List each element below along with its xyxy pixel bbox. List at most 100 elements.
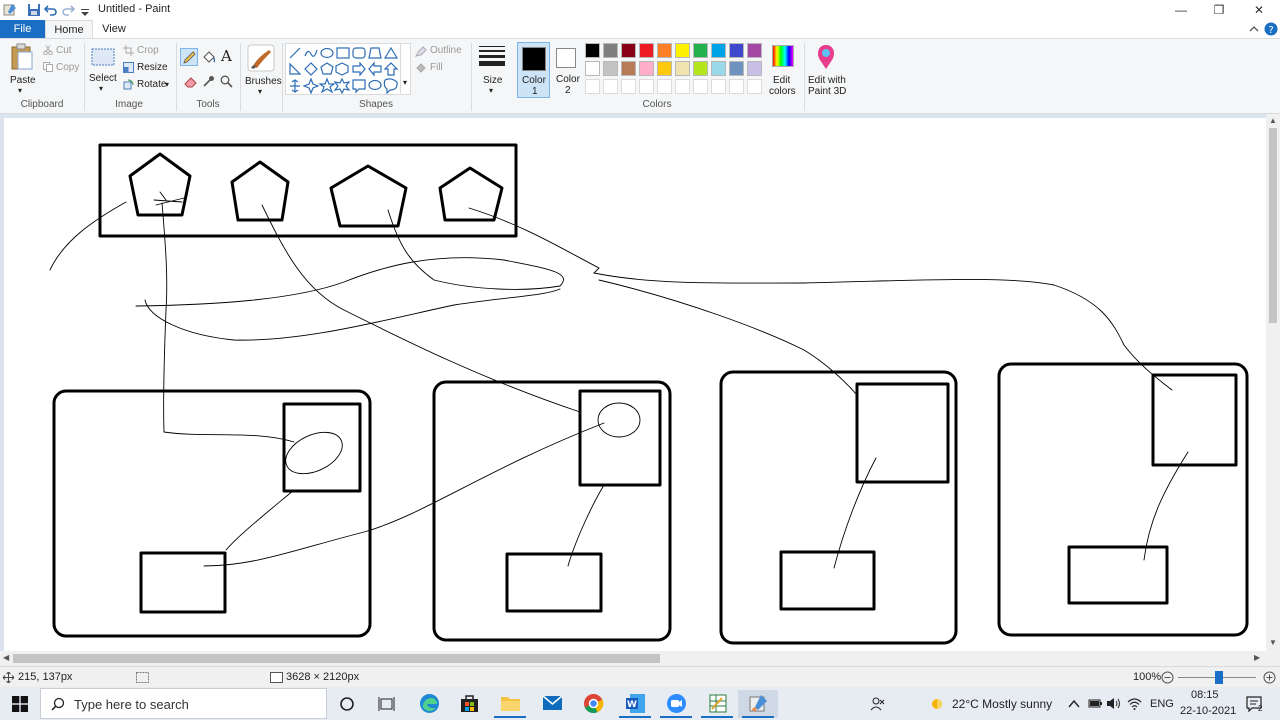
vertical-scroll-thumb[interactable] xyxy=(1269,128,1277,323)
custom-color-slot[interactable] xyxy=(621,79,636,94)
palette-swatch[interactable] xyxy=(639,43,654,58)
copy-button[interactable]: Copy xyxy=(56,62,79,73)
palette-swatch[interactable] xyxy=(747,61,762,76)
palette-swatch[interactable] xyxy=(675,61,690,76)
cut-button[interactable]: Cut xyxy=(56,45,72,56)
clock-time[interactable]: 08:15 xyxy=(1191,689,1219,701)
horizontal-scrollbar[interactable]: ◀ ▶ xyxy=(0,651,1266,666)
color2-button[interactable]: Color 2 xyxy=(551,42,584,98)
horizontal-scroll-thumb[interactable] xyxy=(13,654,660,663)
palette-swatch[interactable] xyxy=(693,43,708,58)
custom-color-slot[interactable] xyxy=(657,79,672,94)
custom-color-slot[interactable] xyxy=(675,79,690,94)
text-tool[interactable]: A xyxy=(221,47,232,65)
palette-swatch[interactable] xyxy=(711,43,726,58)
custom-color-slot[interactable] xyxy=(693,79,708,94)
scroll-up-icon[interactable]: ▲ xyxy=(1269,116,1277,125)
help-icon[interactable]: ? xyxy=(1264,22,1278,36)
taskbar-search[interactable]: Type here to search xyxy=(40,688,327,719)
save-icon[interactable] xyxy=(27,3,41,17)
custom-color-slot[interactable] xyxy=(639,79,654,94)
collapse-ribbon-icon[interactable] xyxy=(1249,24,1259,34)
magnifier-icon[interactable] xyxy=(220,75,233,88)
custom-color-slot[interactable] xyxy=(747,79,762,94)
outline-button[interactable]: Outline xyxy=(430,45,462,56)
eraser-icon[interactable] xyxy=(184,75,197,88)
close-button[interactable]: ✕ xyxy=(1239,0,1279,20)
paste-button[interactable]: Paste ▾ xyxy=(6,41,38,103)
scroll-left-icon[interactable]: ◀ xyxy=(3,653,9,662)
pencil-tool[interactable] xyxy=(180,48,198,66)
cortana-icon[interactable] xyxy=(339,696,355,712)
palette-swatch[interactable] xyxy=(639,61,654,76)
windows-start-icon[interactable] xyxy=(12,696,28,712)
shapes-gallery[interactable] xyxy=(285,43,411,95)
taskbar-word[interactable]: W xyxy=(615,690,655,718)
custom-color-slot[interactable] xyxy=(585,79,600,94)
crop-button[interactable]: Crop xyxy=(137,45,159,56)
maximize-button[interactable]: ❐ xyxy=(1199,0,1239,20)
color1-button[interactable]: Color 1 xyxy=(517,42,550,98)
edit-colors-button[interactable]: Edit colors xyxy=(766,42,800,100)
fill-bucket-icon[interactable] xyxy=(202,51,215,64)
taskbar-chrome[interactable] xyxy=(573,690,613,718)
palette-swatch[interactable] xyxy=(693,61,708,76)
palette-swatch[interactable] xyxy=(657,61,672,76)
tab-home[interactable]: Home xyxy=(45,20,93,38)
taskbar-paint[interactable] xyxy=(738,690,778,718)
input-language[interactable]: ENG xyxy=(1150,698,1174,710)
taskbar-edge[interactable] xyxy=(409,690,449,718)
volume-icon[interactable] xyxy=(1106,697,1121,710)
palette-swatch[interactable] xyxy=(729,61,744,76)
scroll-down-icon[interactable]: ▼ xyxy=(1269,638,1277,647)
size-button[interactable]: Size ▾ xyxy=(475,42,509,100)
custom-color-slot[interactable] xyxy=(729,79,744,94)
minimize-button[interactable]: — xyxy=(1161,0,1201,20)
palette-swatch[interactable] xyxy=(711,61,726,76)
taskbar-excel[interactable] xyxy=(697,690,737,718)
taskbar-zoom[interactable] xyxy=(656,690,696,718)
task-view-icon[interactable] xyxy=(378,696,395,712)
taskbar-store[interactable] xyxy=(449,690,489,718)
clock-date[interactable]: 22-10-2021 xyxy=(1180,705,1236,717)
palette-swatch[interactable] xyxy=(747,43,762,58)
custom-color-slot[interactable] xyxy=(603,79,618,94)
edit-with-paint3d-button[interactable]: Edit with Paint 3D xyxy=(806,42,846,100)
palette-swatch[interactable] xyxy=(729,43,744,58)
weather-text[interactable]: 22°C Mostly sunny xyxy=(952,697,1052,711)
people-icon[interactable] xyxy=(870,696,886,712)
select-button[interactable]: Select ▾ xyxy=(88,43,118,101)
shapes-scroll[interactable]: ▾ xyxy=(400,44,410,94)
drawing-canvas[interactable] xyxy=(4,118,1268,651)
palette-swatch[interactable] xyxy=(675,43,690,58)
resize-button[interactable]: Resize xyxy=(137,62,168,73)
rotate-button[interactable]: Rotate xyxy=(137,79,166,90)
palette-swatch[interactable] xyxy=(585,61,600,76)
undo-icon[interactable] xyxy=(44,3,58,17)
tab-view[interactable]: View xyxy=(93,20,135,38)
vertical-scrollbar[interactable]: ▲ ▼ xyxy=(1266,114,1280,651)
fill-button[interactable]: Fill xyxy=(430,62,443,73)
palette-swatch[interactable] xyxy=(603,43,618,58)
scroll-right-icon[interactable]: ▶ xyxy=(1254,653,1260,662)
zoom-in-icon[interactable] xyxy=(1263,671,1276,684)
customize-toolbar-icon[interactable] xyxy=(78,3,92,17)
palette-swatch[interactable] xyxy=(603,61,618,76)
wifi-icon[interactable] xyxy=(1127,697,1142,710)
brushes-button[interactable]: Brushes ▾ xyxy=(244,42,282,100)
taskbar-file-explorer[interactable] xyxy=(490,690,530,718)
palette-swatch[interactable] xyxy=(621,43,636,58)
custom-color-slot[interactable] xyxy=(711,79,726,94)
chevron-up-icon[interactable] xyxy=(1068,699,1080,708)
taskbar-mail[interactable] xyxy=(532,690,572,718)
weather-sun-icon[interactable] xyxy=(929,696,945,712)
redo-icon[interactable] xyxy=(61,3,75,17)
color-picker-icon[interactable] xyxy=(202,75,215,88)
battery-icon[interactable] xyxy=(1088,697,1103,710)
zoom-slider-thumb[interactable] xyxy=(1215,671,1223,684)
zoom-out-icon[interactable] xyxy=(1161,671,1174,684)
palette-swatch[interactable] xyxy=(657,43,672,58)
palette-swatch[interactable] xyxy=(621,61,636,76)
tab-file[interactable]: File xyxy=(0,20,45,38)
palette-swatch[interactable] xyxy=(585,43,600,58)
